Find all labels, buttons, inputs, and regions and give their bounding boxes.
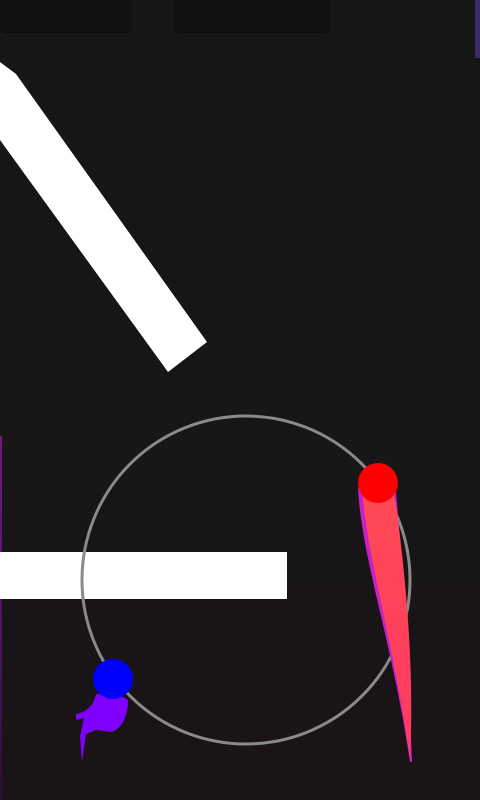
diagonal-obstacle xyxy=(0,62,207,372)
game-stage[interactable] xyxy=(0,0,480,800)
game-scene[interactable] xyxy=(0,0,480,800)
blue-ball-trail xyxy=(76,694,128,762)
horizontal-obstacle xyxy=(0,552,287,599)
red-ball xyxy=(358,463,398,503)
blue-ball xyxy=(93,659,133,699)
